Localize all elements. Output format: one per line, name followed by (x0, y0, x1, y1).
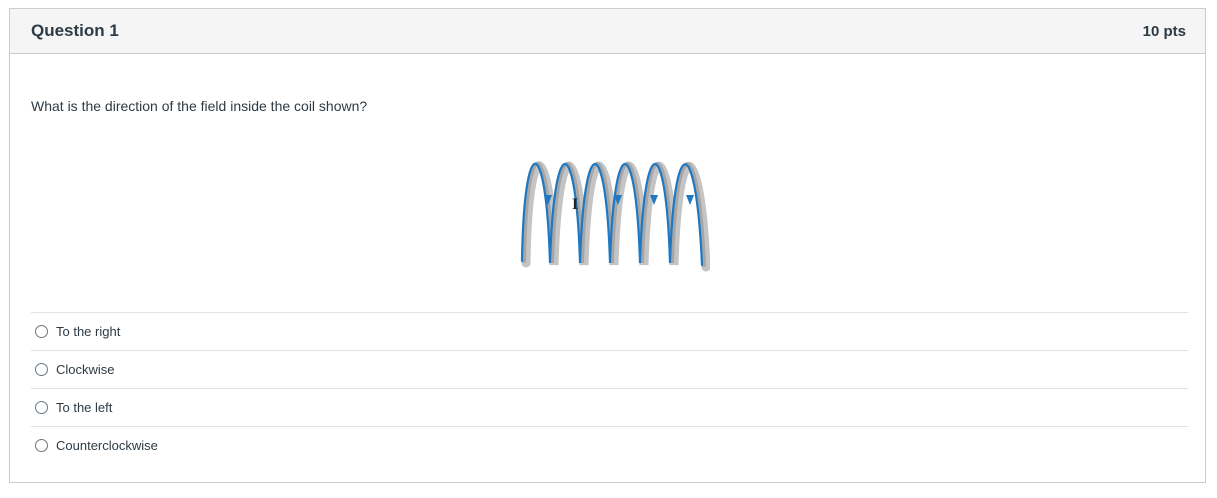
answer-option[interactable]: To the left (31, 388, 1188, 426)
radio-button[interactable] (35, 439, 48, 452)
answer-label[interactable]: To the left (56, 400, 112, 415)
radio-button[interactable] (35, 325, 48, 338)
current-label: I (572, 196, 578, 213)
answer-label[interactable]: To the right (56, 324, 120, 339)
question-title: Question 1 (31, 21, 119, 40)
current-arrow (686, 195, 694, 205)
question-points: 10 pts (1142, 22, 1186, 40)
radio-button[interactable] (35, 401, 48, 414)
coil-diagram: I (520, 161, 711, 272)
question-header: Question 1 10 pts (10, 9, 1205, 54)
answer-label[interactable]: Clockwise (56, 362, 115, 377)
radio-button[interactable] (35, 363, 48, 376)
answer-option[interactable]: To the right (31, 312, 1188, 350)
coil-figure: I (510, 137, 711, 287)
answer-option[interactable]: Counterclockwise (31, 426, 1188, 464)
question-card: Question 1 10 pts What is the direction … (9, 8, 1206, 483)
answer-option[interactable]: Clockwise (31, 350, 1188, 388)
answer-list: To the right Clockwise To the left Count… (31, 312, 1188, 464)
answer-label[interactable]: Counterclockwise (56, 438, 158, 453)
question-text: What is the direction of the field insid… (31, 98, 368, 114)
